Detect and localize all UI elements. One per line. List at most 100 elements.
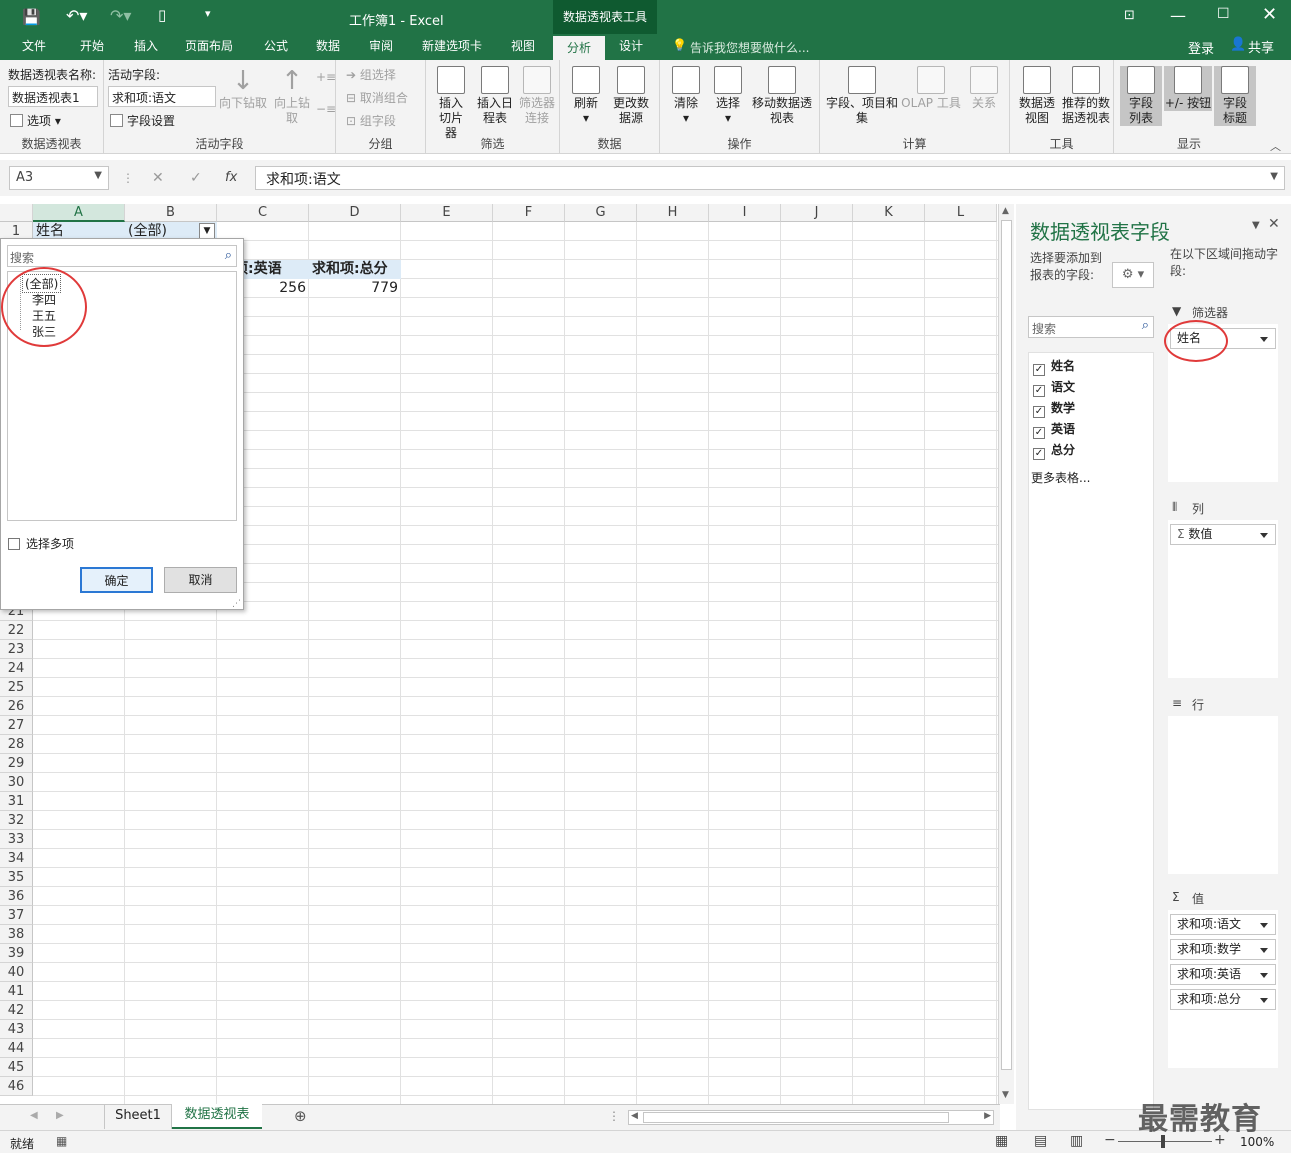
drill-up-button[interactable]: ↑ 向上钻取 xyxy=(270,66,314,126)
save-icon[interactable]: 💾 xyxy=(22,8,41,26)
row-header[interactable]: 26 xyxy=(0,697,33,716)
insert-slicer-button[interactable]: 插入切片器 xyxy=(430,66,472,141)
row-header[interactable]: 28 xyxy=(0,735,33,754)
scroll-up-icon[interactable]: ▲ xyxy=(1002,206,1009,216)
confirm-entry-icon[interactable]: ✓ xyxy=(190,170,202,186)
column-header-j[interactable]: J xyxy=(781,204,853,222)
close-icon[interactable]: ✕ xyxy=(1262,4,1277,25)
share-icon[interactable]: 👤 xyxy=(1230,37,1246,52)
share-button[interactable]: 共享 xyxy=(1248,37,1274,56)
filter-connections-button[interactable]: 筛选器连接 xyxy=(516,66,558,126)
select-multiple-checkbox[interactable]: 选择多项 xyxy=(8,535,74,552)
row-header[interactable]: 22 xyxy=(0,621,33,640)
login-link[interactable]: 登录 xyxy=(1188,38,1214,57)
page-break-view-icon[interactable]: ▥ xyxy=(1070,1133,1083,1149)
select-all-corner[interactable] xyxy=(0,204,33,222)
more-tables-link[interactable]: 更多表格... xyxy=(1031,469,1090,486)
cell-d4[interactable]: 779 xyxy=(309,279,401,298)
field-name[interactable]: ✓ 姓名 xyxy=(1033,357,1075,376)
expand-formula-icon[interactable]: ▼ xyxy=(1270,171,1278,182)
tab-data[interactable]: 数据 xyxy=(302,34,354,60)
gear-icon[interactable]: ⚙ ▾ xyxy=(1112,262,1154,288)
rows-area[interactable] xyxy=(1168,716,1278,874)
prev-sheet-icon[interactable]: ◀ xyxy=(30,1110,38,1121)
field-english[interactable]: ✓ 英语 xyxy=(1033,420,1075,439)
column-header-g[interactable]: G xyxy=(565,204,637,222)
options-button[interactable]: 选项 ▾ xyxy=(10,112,61,129)
field-search-input[interactable]: 搜索 ⌕ xyxy=(1028,316,1154,338)
macro-record-icon[interactable]: ▦ xyxy=(56,1134,67,1148)
name-box[interactable]: A3 ▼ xyxy=(9,166,109,190)
column-header-a[interactable]: A xyxy=(33,204,125,222)
insert-timeline-button[interactable]: 插入日程表 xyxy=(474,66,516,126)
column-header-h[interactable]: H xyxy=(637,204,709,222)
normal-view-icon[interactable]: ▦ xyxy=(995,1133,1008,1149)
column-header-i[interactable]: I xyxy=(709,204,781,222)
pivot-name-input[interactable]: 数据透视表1 xyxy=(8,86,98,107)
panel-options-icon[interactable]: ▼ xyxy=(1252,220,1260,231)
row-header[interactable]: 46 xyxy=(0,1077,33,1096)
row-header[interactable]: 25 xyxy=(0,678,33,697)
value-item-total[interactable]: 求和项:总分 xyxy=(1170,989,1276,1010)
tab-file[interactable]: 文件 xyxy=(8,34,60,60)
field-chinese[interactable]: ✓ 语文 xyxy=(1033,378,1075,397)
sheet-tab-sheet1[interactable]: Sheet1 xyxy=(104,1105,172,1129)
refresh-button[interactable]: 刷新 ▾ xyxy=(568,66,604,126)
row-header[interactable]: 41 xyxy=(0,982,33,1001)
select-button[interactable]: 选择 ▾ xyxy=(708,66,748,126)
drill-down-button[interactable]: ↓ 向下钻取 xyxy=(218,66,268,111)
tab-new[interactable]: 新建选项卡 xyxy=(413,34,491,60)
tab-page-layout[interactable]: 页面布局 xyxy=(176,34,242,60)
scroll-down-icon[interactable]: ▼ xyxy=(1002,1090,1009,1100)
row-header[interactable]: 44 xyxy=(0,1039,33,1058)
row-header[interactable]: 33 xyxy=(0,830,33,849)
customize-toolbar-icon[interactable]: ▾ xyxy=(205,7,211,20)
row-header[interactable]: 24 xyxy=(0,659,33,678)
row-header[interactable]: 45 xyxy=(0,1058,33,1077)
ribbon-display-icon[interactable]: ⊡ xyxy=(1124,8,1135,23)
insert-function-icon[interactable]: fx xyxy=(225,170,237,185)
field-total[interactable]: ✓ 总分 xyxy=(1033,441,1075,460)
row-header[interactable]: 30 xyxy=(0,773,33,792)
values-area[interactable]: 求和项:语文 求和项:数学 求和项:英语 求和项:总分 xyxy=(1168,910,1278,1068)
cancel-button[interactable]: 取消 xyxy=(164,567,237,593)
panel-close-icon[interactable]: ✕ xyxy=(1268,216,1280,232)
minimize-icon[interactable]: — xyxy=(1170,6,1186,25)
column-header-k[interactable]: K xyxy=(853,204,925,222)
column-item-values[interactable]: Σ 数值 xyxy=(1170,524,1276,545)
change-source-button[interactable]: 更改数据源 xyxy=(606,66,656,126)
row-header[interactable]: 32 xyxy=(0,811,33,830)
field-list-button[interactable]: 字段列表 xyxy=(1120,66,1162,126)
row-header[interactable]: 23 xyxy=(0,640,33,659)
group-selection-button[interactable]: ➔ 组选择 xyxy=(346,66,396,83)
recommended-pivot-button[interactable]: 推荐的数据透视表 xyxy=(1060,66,1112,126)
tab-view[interactable]: 视图 xyxy=(497,34,549,60)
column-header-e[interactable]: E xyxy=(401,204,493,222)
row-header[interactable]: 35 xyxy=(0,868,33,887)
page-layout-view-icon[interactable]: ▤ xyxy=(1034,1133,1047,1149)
tab-review[interactable]: 审阅 xyxy=(355,34,407,60)
value-item-english[interactable]: 求和项:英语 xyxy=(1170,964,1276,985)
row-header[interactable]: 31 xyxy=(0,792,33,811)
clear-button[interactable]: 清除 ▾ xyxy=(666,66,706,126)
field-headers-button[interactable]: 字段标题 xyxy=(1214,66,1256,126)
row-header[interactable]: 36 xyxy=(0,887,33,906)
value-item-chinese[interactable]: 求和项:语文 xyxy=(1170,914,1276,935)
scroll-left-icon[interactable]: ◀ xyxy=(631,1111,638,1121)
relationships-button[interactable]: 关系 xyxy=(964,66,1004,111)
value-item-math[interactable]: 求和项:数学 xyxy=(1170,939,1276,960)
row-header[interactable]: 38 xyxy=(0,925,33,944)
formula-input[interactable]: 求和项:语文 ▼ xyxy=(255,166,1285,190)
tab-design[interactable]: 设计 xyxy=(605,34,657,60)
filter-search-input[interactable]: 搜索 ⌕ xyxy=(7,245,237,267)
name-box-dropdown-icon[interactable]: ▼ xyxy=(94,170,102,181)
tab-analyze[interactable]: 分析 xyxy=(553,34,605,60)
columns-area[interactable]: Σ 数值 xyxy=(1168,520,1278,678)
field-settings-button[interactable]: 字段设置 xyxy=(110,112,175,129)
column-header-b[interactable]: B xyxy=(125,204,217,222)
column-header-d[interactable]: D xyxy=(309,204,401,222)
zoom-out-icon[interactable]: − xyxy=(1104,1132,1116,1148)
tab-home[interactable]: 开始 xyxy=(66,34,118,60)
horizontal-scrollbar[interactable]: ◀ ▶ xyxy=(628,1110,994,1125)
fields-items-sets-button[interactable]: 字段、项目和集 xyxy=(824,66,900,126)
